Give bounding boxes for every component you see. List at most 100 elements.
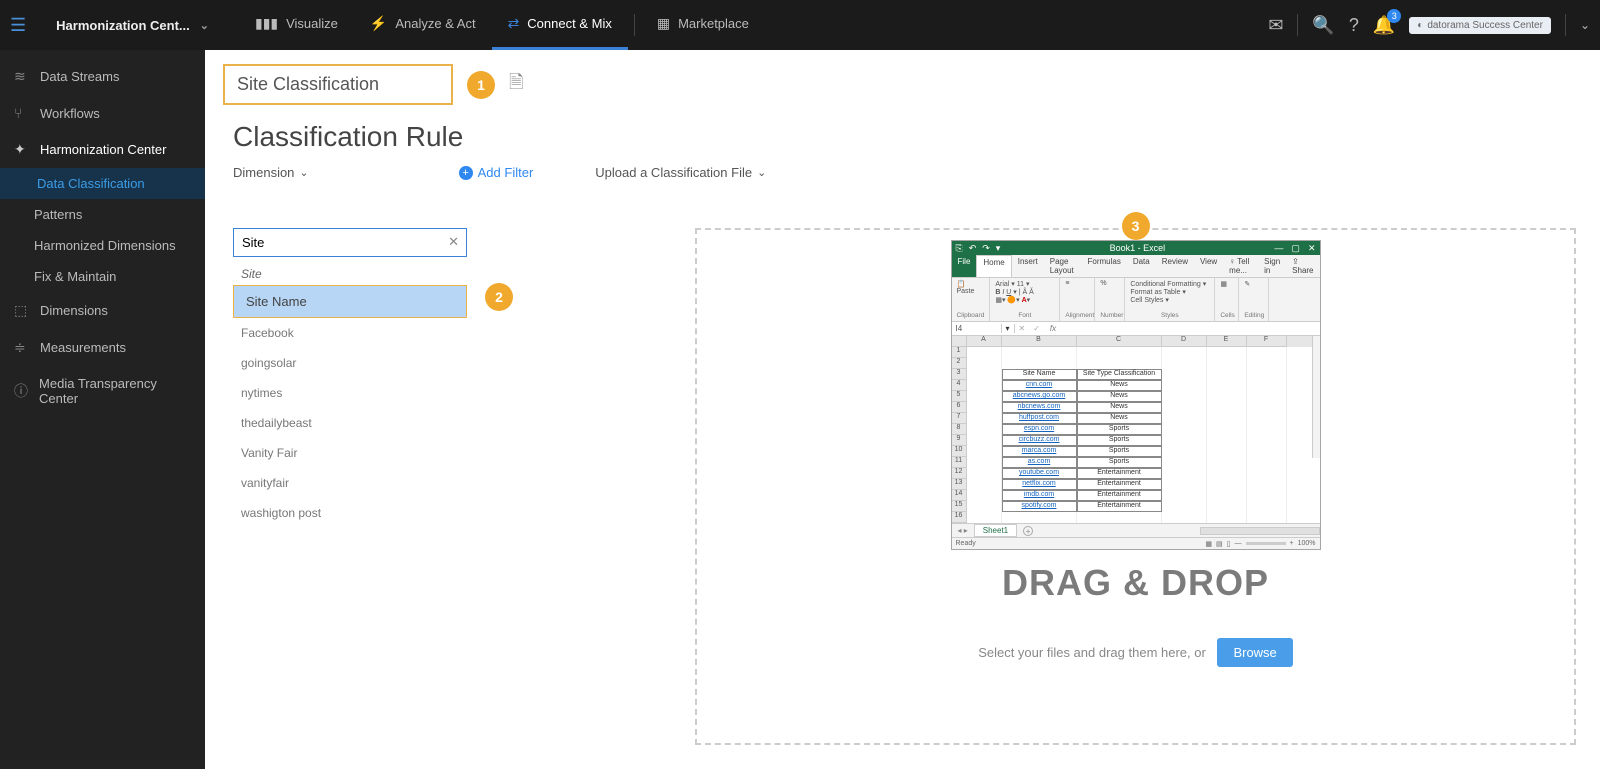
col-header: B [1002, 336, 1077, 347]
page-heading: Classification Rule [205, 111, 1600, 159]
separator [634, 14, 635, 36]
chevron-down-icon[interactable]: ⌄ [1580, 18, 1590, 32]
sidebar-item-workflows[interactable]: ⑂Workflows [0, 95, 205, 131]
excel-grid: 12345678910111213141516 Site NameSite Ty… [952, 347, 1312, 523]
ribbon-group-label: Clipboard [957, 312, 985, 319]
title-row: 1 🗎 [205, 50, 1600, 111]
tab-marketplace[interactable]: ▦ Marketplace [641, 0, 765, 50]
fx-dropdown-icon: ▾ [1002, 324, 1015, 333]
notes-icon[interactable]: 🗎 [509, 70, 523, 100]
sidebar-item-data-streams[interactable]: ≋Data Streams [0, 58, 205, 95]
dimension-option[interactable]: washigton post [233, 498, 467, 528]
excel-status-bar: Ready ▦ ▤ ▯ —+ 100% [952, 537, 1320, 549]
sidebar-item-dimensions[interactable]: ⬚ Dimensions [0, 292, 205, 329]
callout-2-wrap: 2 [485, 283, 513, 311]
file-drop-zone[interactable]: 3 ⎘ ↶ ↷ ▾ Book1 - Excel —▢✕ File Home [695, 228, 1576, 745]
sidebar-label: Harmonization Center [40, 142, 166, 157]
sidebar-item-measurements[interactable]: ≑Measurements [0, 329, 205, 366]
status-text: Ready [956, 540, 976, 547]
cell-reference: I4 [952, 324, 1002, 333]
sidebar-label: Dimensions [40, 303, 108, 318]
sidebar-sub-fix-maintain[interactable]: Fix & Maintain [0, 261, 205, 292]
redo-icon: ↷ [982, 243, 990, 254]
cube-icon: ⬚ [14, 302, 32, 319]
excel-menu-item: ♀ Tell me... [1223, 255, 1258, 277]
dimension-option[interactable]: goingsolar [233, 348, 467, 378]
add-sheet-icon: + [1023, 526, 1033, 536]
col-header: D [1162, 336, 1207, 347]
separator [1565, 14, 1566, 36]
dimension-option-site-name[interactable]: Site Name [233, 285, 467, 318]
percent-icon: % [1100, 280, 1119, 287]
ribbon-group-label: Editing [1244, 312, 1263, 319]
hamburger-icon[interactable]: ☰ [10, 15, 26, 36]
col-header: F [1247, 336, 1287, 347]
dimension-option[interactable]: thedailybeast [233, 408, 467, 438]
tab-label: Marketplace [678, 16, 749, 31]
upload-label: Upload a Classification File [595, 165, 752, 180]
drop-headline: DRAG & DROP [697, 562, 1574, 604]
undo-icon: ↶ [969, 243, 977, 254]
topbar: ☰ Harmonization Cent... ⌄ ▮▮▮ Visualize ⚡… [0, 0, 1600, 50]
callout-2: 2 [485, 283, 513, 311]
maximize-icon: ▢ [1291, 243, 1300, 254]
callout-3: 3 [1122, 212, 1150, 240]
dimension-label: Dimension [233, 165, 294, 180]
browse-button[interactable]: Browse [1217, 638, 1292, 667]
dimension-option-list: Facebook goingsolar nytimes thedailybeas… [233, 318, 467, 528]
tab-analyze[interactable]: ⚡Analyze & Act [354, 0, 492, 50]
search-icon[interactable]: 🔍 [1312, 15, 1334, 36]
notification-badge: 3 [1387, 9, 1401, 23]
sidebar-sub-data-classification[interactable]: Data Classification [0, 168, 205, 199]
drop-subline: Select your files and drag them here, or… [697, 638, 1574, 667]
sidebar-item-media-transparency[interactable]: ⓘMedia Transparency Center [0, 366, 205, 416]
excel-menu-item: Review [1156, 255, 1194, 277]
dropdown-icon: ▾ [996, 243, 1001, 254]
dimension-option[interactable]: nytimes [233, 378, 467, 408]
sidebar-sub-harmonized-dimensions[interactable]: Harmonized Dimensions [0, 230, 205, 261]
excel-window-title: Book1 - Excel [1110, 243, 1166, 253]
workspace-selector[interactable]: Harmonization Cent... ⌄ [56, 18, 209, 33]
excel-menu-item: View [1194, 255, 1223, 277]
sidebar-sub-patterns[interactable]: Patterns [0, 199, 205, 230]
tab-visualize[interactable]: ▮▮▮ Visualize [239, 0, 354, 50]
fx-cancel-icon: ✕ [1015, 324, 1030, 333]
link-icon: ⇄ [508, 15, 520, 32]
ribbon-group-label: Styles [1130, 312, 1209, 319]
callout-1: 1 [467, 71, 495, 99]
rule-name-input[interactable] [223, 64, 453, 105]
dimension-option[interactable]: Facebook [233, 318, 467, 348]
bell-icon[interactable]: 🔔3 [1373, 15, 1395, 36]
harmony-icon: ✦ [14, 141, 32, 158]
tab-connect[interactable]: ⇄Connect & Mix [492, 0, 628, 50]
chevron-down-icon: ⌄ [200, 19, 209, 32]
upload-file-dropdown[interactable]: Upload a Classification File⌄ [595, 165, 766, 180]
clear-icon[interactable]: ✕ [448, 234, 459, 250]
col-header: C [1077, 336, 1162, 347]
info-icon: ⓘ [14, 381, 31, 401]
col-header: A [967, 336, 1002, 347]
cells-icon: ▦ [1220, 280, 1233, 288]
success-center-button[interactable]: ◐datorama Success Center [1409, 17, 1551, 34]
sidebar-sub-label: Patterns [34, 207, 82, 222]
ribbon-group-label: Number [1100, 312, 1119, 319]
dimension-search-input[interactable] [233, 228, 467, 257]
sidebar-label: Measurements [40, 340, 126, 355]
col-header: E [1207, 336, 1247, 347]
paste-icon: 📋Paste [957, 280, 985, 295]
dimension-dropdown[interactable]: Dimension⌄ [233, 165, 309, 180]
dimension-option[interactable]: Vanity Fair [233, 438, 467, 468]
help-icon[interactable]: ? [1349, 15, 1359, 36]
separator [1297, 14, 1298, 36]
grid-icon: ▦ [657, 15, 670, 32]
add-filter-button[interactable]: +Add Filter [459, 165, 534, 180]
excel-menu-item: Sign in [1258, 255, 1286, 277]
dimension-panel: ✕ Site Site Name Facebook goingsolar nyt… [233, 228, 467, 528]
bar-chart-icon: ▮▮▮ [255, 15, 278, 32]
view-normal-icon: ▦ [1205, 540, 1212, 548]
fx-check-icon: ✓ [1029, 324, 1044, 333]
inbox-icon[interactable]: ✉ [1268, 15, 1283, 36]
dimension-option[interactable]: vanityfair [233, 468, 467, 498]
tab-label: Visualize [286, 16, 338, 31]
sidebar-item-harmonization[interactable]: ✦ Harmonization Center [0, 131, 205, 168]
